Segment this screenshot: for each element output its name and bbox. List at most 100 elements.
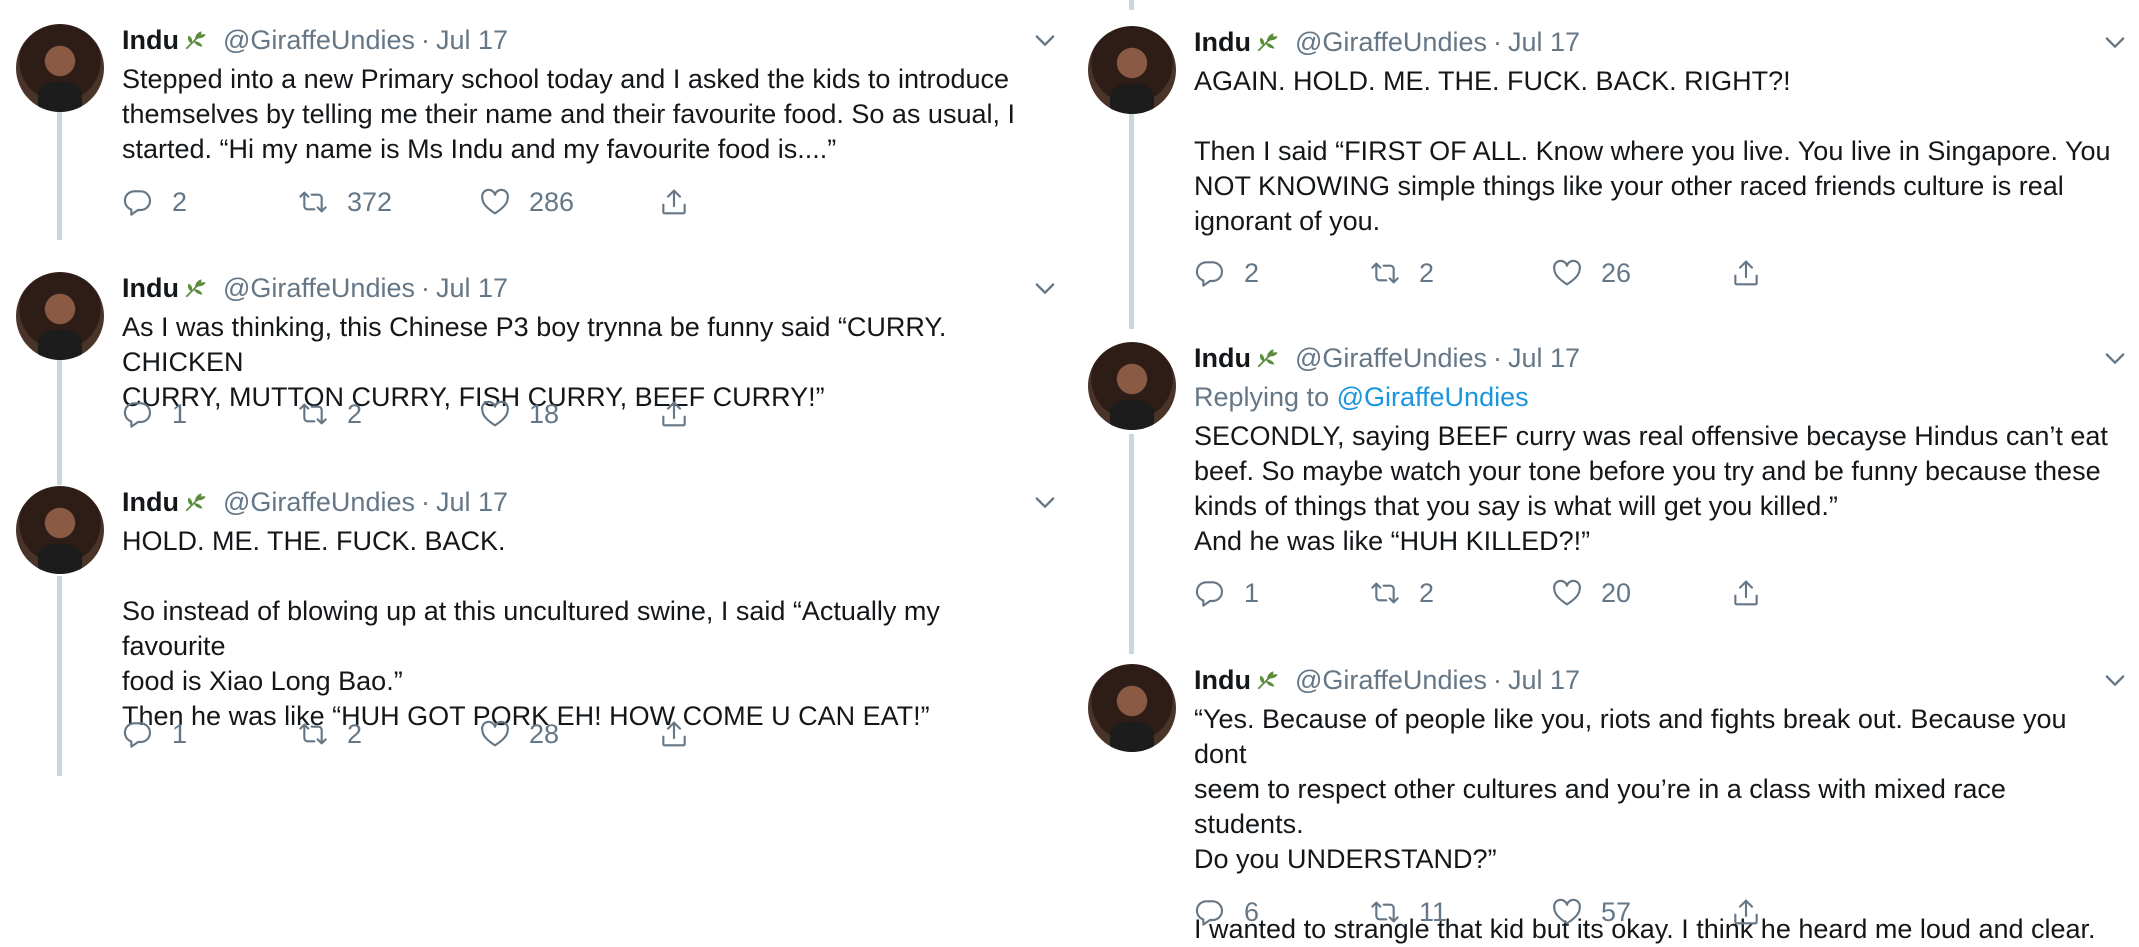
reply-icon [1194,577,1226,609]
avatar[interactable] [16,486,104,574]
reply-button[interactable]: 2 [1194,255,1259,291]
share-icon [658,398,690,430]
chevron-down-icon[interactable] [2101,28,2129,56]
like-button[interactable]: 20 [1551,575,1631,611]
thread-connector-line [1129,434,1134,654]
like-count: 286 [529,186,575,217]
share-button[interactable] [1730,255,1780,291]
tweet-header: Indu @GiraffeUndies · Jul 17 [122,272,1059,304]
reply-count: 1 [1244,577,1260,608]
user-handle[interactable]: @GiraffeUndies [223,273,415,303]
reply-icon [122,186,154,218]
like-count: 57 [1601,896,1632,927]
chevron-down-icon[interactable] [1031,274,1059,302]
reply-icon [122,718,154,750]
reply-button[interactable]: 1 [122,396,187,432]
like-icon [479,718,511,750]
reply-icon [1194,257,1226,289]
user-handle[interactable]: @GiraffeUndies [223,25,415,55]
avatar[interactable] [1088,26,1176,114]
retweet-icon [1369,577,1401,609]
share-button[interactable] [658,396,708,432]
user-name[interactable]: Indu [1194,343,1251,373]
tweet-header: Indu @GiraffeUndies · Jul 17 [1194,342,2129,374]
avatar[interactable] [16,272,104,360]
user-handle[interactable]: @GiraffeUndies [223,487,415,517]
tweet-text-content: AGAIN. HOLD. ME. THE. FUCK. BACK. RIGHT?… [1194,66,2111,236]
share-button[interactable] [1730,894,1780,930]
retweet-button[interactable]: 2 [1369,575,1434,611]
user-name[interactable]: Indu [1194,27,1251,57]
retweet-count: 11 [1419,896,1448,927]
leaf-emoji-icon [1255,344,1281,370]
like-button[interactable]: 57 [1551,894,1631,930]
like-icon [479,398,511,430]
like-button[interactable]: 18 [479,396,559,432]
like-count: 28 [529,718,560,749]
tweet-date[interactable]: Jul 17 [436,487,508,517]
reply-button[interactable]: 1 [1194,575,1259,611]
retweet-button[interactable]: 2 [297,716,362,752]
retweet-button[interactable]: 2 [1369,255,1434,291]
chevron-down-icon[interactable] [1031,488,1059,516]
share-icon [1730,257,1762,289]
retweet-icon [1369,896,1401,928]
chevron-down-icon[interactable] [2101,344,2129,372]
like-button[interactable]: 26 [1551,255,1631,291]
reply-button[interactable]: 6 [1194,894,1259,930]
tweet-date[interactable]: Jul 17 [436,25,508,55]
tweet-header: Indu @GiraffeUndies · Jul 17 [122,24,1059,56]
like-count: 20 [1601,577,1632,608]
retweet-button[interactable]: 2 [297,396,362,432]
like-icon [479,186,511,218]
tweet-date[interactable]: Jul 17 [1508,27,1580,57]
avatar[interactable] [1088,342,1176,430]
share-button[interactable] [658,184,708,220]
retweet-icon [1369,257,1401,289]
tweet-text: HOLD. ME. THE. FUCK. BACK. So instead of… [122,524,1049,734]
thread-connector-line [57,576,62,776]
like-icon [1551,577,1583,609]
separator-dot: · [1492,27,1502,57]
user-handle[interactable]: @GiraffeUndies [1295,665,1487,695]
avatar[interactable] [1088,664,1176,752]
tweet-date[interactable]: Jul 17 [1508,665,1580,695]
like-count: 18 [529,398,560,429]
tweet-date[interactable]: Jul 17 [436,273,508,303]
chevron-down-icon[interactable] [2101,666,2129,694]
retweet-count: 372 [347,186,393,217]
user-name[interactable]: Indu [122,487,179,517]
leaf-emoji-icon [183,26,209,52]
retweet-button[interactable]: 11 [1369,894,1447,930]
share-button[interactable] [658,716,708,752]
share-icon [658,186,690,218]
reply-count: 1 [172,718,188,749]
like-button[interactable]: 28 [479,716,559,752]
chevron-down-icon[interactable] [1031,26,1059,54]
share-icon [1730,896,1762,928]
tweet-text-content: SECONDLY, saying BEEF curry was real off… [1194,421,2108,556]
retweet-button[interactable]: 372 [297,184,392,220]
thread-connector-line [1129,0,1134,10]
leaf-emoji-icon [1255,28,1281,54]
reply-count: 2 [1244,257,1260,288]
thread-column-right: Indu @GiraffeUndies · Jul 17 AGAIN. HOLD. M… [1072,0,2139,946]
tweet-date[interactable]: Jul 17 [1508,343,1580,373]
tweet-text: As I was thinking, this Chinese P3 boy t… [122,310,1049,415]
reply-button[interactable]: 2 [122,184,187,220]
user-name[interactable]: Indu [1194,665,1251,695]
tweet-text-content: HOLD. ME. THE. FUCK. BACK. So instead of… [122,526,940,731]
leaf-emoji-icon [1255,666,1281,692]
user-name[interactable]: Indu [122,25,179,55]
user-handle[interactable]: @GiraffeUndies [1295,27,1487,57]
share-button[interactable] [1730,575,1780,611]
like-button[interactable]: 286 [479,184,574,220]
tweet-text: Stepped into a new Primary school today … [122,62,1049,167]
reply-button[interactable]: 1 [122,716,187,752]
user-name[interactable]: Indu [122,273,179,303]
replying-to-handle-link[interactable]: @GiraffeUndies [1337,382,1529,412]
tweet-text: AGAIN. HOLD. ME. THE. FUCK. BACK. RIGHT?… [1194,64,2119,239]
user-handle[interactable]: @GiraffeUndies [1295,343,1487,373]
separator-dot: · [420,273,430,303]
avatar[interactable] [16,24,104,112]
